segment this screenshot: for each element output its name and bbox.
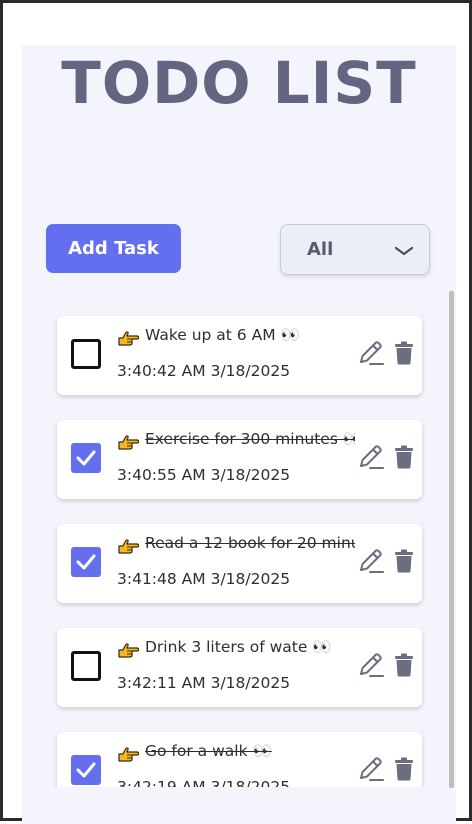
filter-selected-value: All: [307, 239, 334, 260]
checkmark-icon: [76, 450, 96, 466]
task-timestamp: 3:42:11 AM 3/18/2025: [117, 674, 291, 692]
task-timestamp: 3:42:19 AM 3/18/2025: [117, 778, 291, 787]
todo-app: TODO LIST Add Task All Wake up at 6 AM 👀…: [22, 45, 456, 824]
filter-select[interactable]: All: [280, 224, 430, 275]
task-item: Drink 3 liters of wate 👀 3:42:11 AM 3/18/…: [57, 628, 422, 707]
pencil-icon[interactable]: [357, 339, 385, 367]
scrollbar[interactable]: [449, 291, 454, 788]
task-text: Read a 12 book for 20 minutes: [145, 534, 355, 552]
task-checkbox-checked[interactable]: [71, 443, 101, 473]
task-timestamp: 3:41:48 AM 3/18/2025: [117, 570, 291, 588]
browser-frame: TODO LIST Add Task All Wake up at 6 AM 👀…: [0, 0, 472, 824]
task-checkbox-checked[interactable]: [71, 755, 101, 785]
task-text: Drink 3 liters of wate 👀: [145, 638, 332, 656]
trash-icon[interactable]: [394, 341, 414, 365]
task-item: Go for a walk 👀 3:42:19 AM 3/18/2025: [57, 732, 422, 787]
pencil-icon[interactable]: [357, 651, 385, 679]
pointing-hand-icon: [118, 643, 139, 658]
task-item: Read a 12 book for 20 minutes 3:41:48 AM …: [57, 524, 422, 603]
chevron-down-icon: [394, 246, 414, 256]
pointing-hand-icon: [118, 435, 139, 450]
task-text: Wake up at 6 AM 👀: [145, 326, 300, 344]
pointing-hand-icon: [118, 331, 139, 346]
task-checkbox-checked[interactable]: [71, 547, 101, 577]
pencil-icon[interactable]: [357, 755, 385, 783]
task-text: Go for a walk 👀: [145, 742, 272, 760]
task-timestamp: 3:40:42 AM 3/18/2025: [117, 362, 291, 380]
task-text: Exercise for 300 minutes 👀: [145, 430, 355, 448]
task-checkbox[interactable]: [71, 339, 101, 369]
pencil-icon[interactable]: [357, 443, 385, 471]
page-title: TODO LIST: [61, 49, 417, 117]
checkmark-icon: [76, 762, 96, 778]
trash-icon[interactable]: [394, 757, 414, 781]
pointing-hand-icon: [118, 539, 139, 554]
trash-icon[interactable]: [394, 445, 414, 469]
add-task-button[interactable]: Add Task: [46, 224, 181, 273]
task-timestamp: 3:40:55 AM 3/18/2025: [117, 466, 291, 484]
pencil-icon[interactable]: [357, 547, 385, 575]
trash-icon[interactable]: [394, 549, 414, 573]
task-item: Wake up at 6 AM 👀 3:40:42 AM 3/18/2025: [57, 316, 422, 395]
trash-icon[interactable]: [394, 653, 414, 677]
checkmark-icon: [76, 554, 96, 570]
task-checkbox[interactable]: [71, 651, 101, 681]
task-item: Exercise for 300 minutes 👀 3:40:55 AM 3/1…: [57, 420, 422, 499]
task-list[interactable]: Wake up at 6 AM 👀 3:40:42 AM 3/18/2025 Exe…: [22, 290, 456, 787]
pointing-hand-icon: [118, 747, 139, 762]
